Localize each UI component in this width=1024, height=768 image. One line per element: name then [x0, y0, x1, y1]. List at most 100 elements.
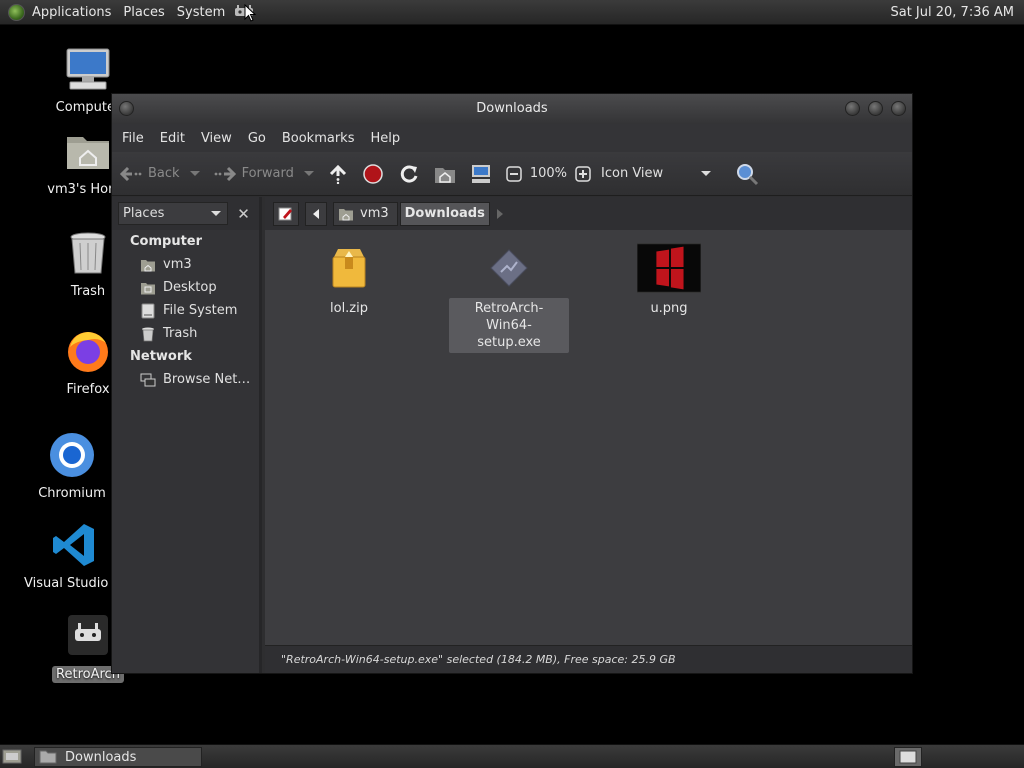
status-bar: "RetroArch-Win64-setup.exe" selected (18…	[265, 645, 912, 673]
sidebar: Places ✕ Computer vm3 Desktop File Syste…	[112, 197, 262, 673]
toggle-location-entry-button[interactable]	[273, 201, 299, 226]
places-combo-label: Places	[123, 206, 165, 221]
window-menu-button[interactable]	[119, 101, 134, 116]
top-panel: Applications Places System Sat Jul 20, 7…	[0, 0, 1024, 25]
computer-icon	[66, 48, 110, 90]
chevron-right-icon[interactable]	[496, 208, 504, 219]
zoom-out-icon	[506, 165, 522, 182]
file-label: u.png	[650, 301, 688, 316]
executable-icon	[490, 249, 528, 287]
sidebar-item-label: Trash	[163, 326, 198, 341]
drive-icon	[141, 303, 155, 318]
clock[interactable]: Sat Jul 20, 7:36 AM	[884, 0, 1020, 25]
computer-icon	[471, 164, 490, 183]
menu-file[interactable]: File	[116, 131, 150, 146]
zoom-in-button[interactable]	[575, 165, 591, 182]
menubar: File Edit View Go Bookmarks Help	[112, 124, 912, 152]
sidebar-section-network: Network	[130, 349, 192, 364]
vscode-icon	[53, 524, 94, 566]
close-sidebar-icon[interactable]: ✕	[234, 204, 253, 224]
system-menu[interactable]: System	[171, 0, 231, 25]
maximize-button[interactable]	[868, 101, 883, 116]
chromium-icon	[50, 433, 94, 477]
file-icon-view[interactable]: lol.zip RetroArch-Win64- setup.exe u.png	[265, 230, 912, 640]
path-scroll-left-button[interactable]	[305, 201, 327, 226]
mouse-cursor-icon	[244, 4, 256, 22]
back-button[interactable]: Back	[120, 166, 200, 182]
firefox-icon	[68, 332, 108, 372]
path-segment-label: vm3	[360, 206, 389, 221]
workspace-window-icon	[899, 750, 917, 764]
applications-label: Applications	[32, 4, 112, 20]
chevron-down-icon	[211, 211, 222, 216]
sidebar-item-label: Browse Net…	[163, 372, 251, 387]
file-label: lol.zip	[330, 301, 368, 316]
file-item-u-png[interactable]: u.png	[609, 242, 729, 319]
taskbar-item-downloads[interactable]: Downloads	[34, 747, 202, 767]
menu-go[interactable]: Go	[242, 131, 272, 146]
network-icon	[140, 373, 156, 386]
mate-logo-icon	[8, 3, 25, 21]
retroarch-icon	[68, 615, 108, 655]
menu-edit[interactable]: Edit	[154, 131, 191, 146]
search-button[interactable]	[735, 162, 759, 186]
sidebar-item-browse-network[interactable]: Browse Net…	[112, 368, 259, 391]
forward-button[interactable]: Forward	[214, 166, 314, 182]
titlebar[interactable]: Downloads	[112, 94, 912, 124]
sidebar-item-label: Desktop	[163, 280, 217, 295]
sidebar-item-file-system[interactable]: File System	[112, 299, 259, 322]
file-item-retroarch-setup[interactable]: RetroArch-Win64- setup.exe	[449, 242, 569, 353]
chevron-down-icon	[701, 171, 712, 176]
home-button[interactable]	[434, 164, 456, 184]
zoom-in-icon	[575, 165, 591, 182]
stop-button[interactable]	[362, 163, 384, 185]
minimize-button[interactable]	[845, 101, 860, 116]
sidebar-item-label: File System	[163, 303, 238, 318]
desktop-icon-vscode[interactable]: Visual Studio Code	[24, 521, 124, 591]
menu-bookmarks[interactable]: Bookmarks	[276, 131, 361, 146]
folder-icon	[39, 750, 57, 764]
view-mode-select[interactable]: Icon View	[601, 166, 712, 181]
content-pane: vm3 Downloads lol.zip RetroArch-Win64- se…	[265, 197, 912, 673]
window-body: Places ✕ Computer vm3 Desktop File Syste…	[112, 197, 912, 673]
sidebar-header: Places ✕	[112, 197, 259, 230]
desktop-icon-label: Visual Studio Code	[24, 576, 124, 591]
desktop-folder-icon	[141, 282, 155, 294]
edit-pencil-icon	[278, 207, 292, 220]
file-item-lol-zip[interactable]: lol.zip	[289, 242, 409, 319]
zoom-level[interactable]: 100%	[530, 166, 567, 181]
places-combo[interactable]: Places	[118, 202, 229, 225]
sidebar-item-desktop[interactable]: Desktop	[112, 276, 259, 299]
sidebar-item-trash[interactable]: Trash	[112, 322, 259, 345]
home-folder-icon	[141, 259, 155, 271]
chevron-left-icon	[313, 208, 319, 219]
forward-label: Forward	[241, 166, 294, 181]
zoom-out-button[interactable]	[506, 165, 522, 182]
forward-history-arrow-icon[interactable]	[303, 171, 314, 176]
close-button[interactable]	[891, 101, 906, 116]
sidebar-item-vm3[interactable]: vm3	[112, 253, 259, 276]
sidebar-item-label: vm3	[163, 257, 192, 272]
menu-help[interactable]: Help	[364, 131, 406, 146]
search-icon	[737, 163, 759, 185]
menu-view[interactable]: View	[195, 131, 238, 146]
reload-button[interactable]	[398, 163, 420, 185]
back-label: Back	[148, 166, 180, 181]
back-history-arrow-icon[interactable]	[189, 171, 200, 176]
path-segment-downloads[interactable]: Downloads	[399, 201, 490, 226]
home-icon	[434, 167, 455, 183]
computer-button[interactable]	[470, 163, 492, 185]
file-label-line: RetroArch-Win64-	[474, 301, 544, 333]
desktop-icon-label: Chromium	[38, 486, 106, 501]
desktop-icon-chromium[interactable]: Chromium	[22, 431, 122, 501]
show-desktop-icon[interactable]	[2, 748, 22, 765]
home-folder-icon	[67, 137, 109, 169]
reload-icon	[400, 165, 418, 183]
up-button[interactable]	[328, 164, 348, 184]
applications-menu[interactable]: Applications	[0, 0, 117, 25]
trash-icon	[142, 327, 154, 341]
places-menu[interactable]: Places	[117, 0, 170, 25]
sidebar-section-computer: Computer	[130, 234, 203, 249]
workspace-switcher[interactable]	[894, 747, 922, 767]
path-segment-vm3[interactable]: vm3	[333, 201, 398, 226]
